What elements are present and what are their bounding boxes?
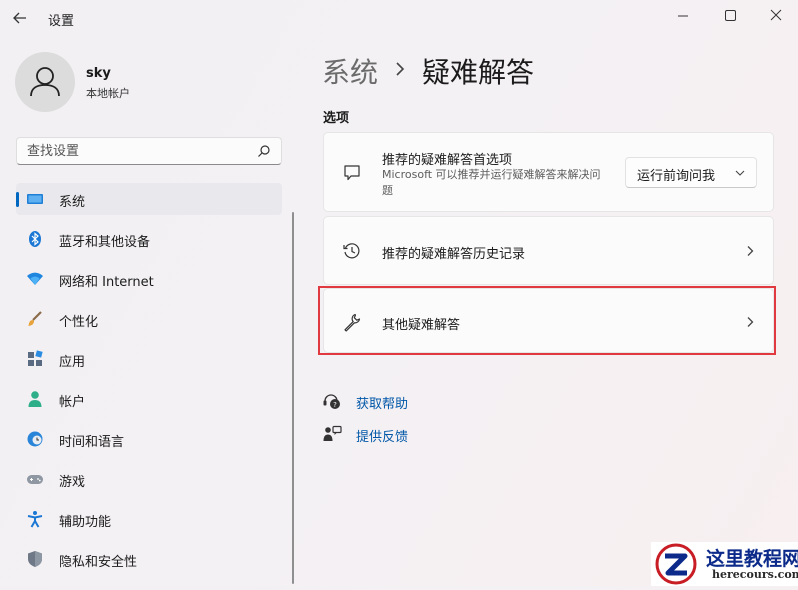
page-title: 疑难解答 <box>422 56 535 89</box>
sidebar-item-label: 时间和语言 <box>59 435 125 450</box>
sidebar-item-system[interactable]: 系统 <box>16 183 282 215</box>
card-title: 推荐的疑难解答历史记录 <box>382 247 526 262</box>
feedback-icon <box>322 425 342 443</box>
apps-icon <box>26 350 44 368</box>
person-avatar-icon <box>30 67 60 97</box>
accessibility-icon <box>26 510 44 528</box>
sidebar-item-accessibility[interactable]: 辅助功能 <box>16 503 282 535</box>
sidebar-item-label: 应用 <box>59 355 86 370</box>
app-title: 设置 <box>48 14 75 29</box>
other-troubleshooters-card[interactable]: 其他疑难解答 <box>323 288 774 353</box>
chevron-right-icon <box>745 316 755 328</box>
sidebar-item-label: 个性化 <box>59 315 99 330</box>
chevron-down-icon <box>734 168 746 178</box>
brush-icon <box>26 310 44 328</box>
wrench-icon <box>342 312 362 332</box>
clock-globe-icon <box>26 430 44 448</box>
search-icon[interactable] <box>257 144 271 158</box>
maximize-icon[interactable] <box>717 4 743 28</box>
dropdown-value: 运行前询问我 <box>637 169 716 184</box>
chevron-right-icon <box>745 245 755 257</box>
breadcrumb-parent[interactable]: 系统 <box>322 51 378 91</box>
user-name: sky <box>86 66 111 81</box>
bluetooth-icon <box>26 230 44 248</box>
card-title: 其他疑难解答 <box>382 318 461 333</box>
shield-icon <box>26 550 44 568</box>
gamepad-icon <box>26 470 44 488</box>
sidebar-item-network[interactable]: 网络和 Internet <box>16 263 282 295</box>
section-label: 选项 <box>323 111 350 126</box>
sidebar-item-gaming[interactable]: 游戏 <box>16 463 282 495</box>
sidebar-item-label: 蓝牙和其他设备 <box>59 235 151 250</box>
chevron-right-icon <box>392 60 408 78</box>
sidebar-item-label: 网络和 Internet <box>59 275 154 290</box>
person-icon <box>26 390 44 408</box>
search-input[interactable] <box>17 138 257 164</box>
sidebar-item-label: 系统 <box>59 195 86 210</box>
monitor-icon <box>26 190 44 208</box>
history-icon <box>342 241 362 261</box>
preference-dropdown[interactable]: 运行前询问我 <box>625 157 757 188</box>
sidebar-item-bluetooth[interactable]: 蓝牙和其他设备 <box>16 223 282 255</box>
link-label: 获取帮助 <box>356 397 409 412</box>
card-description: Microsoft 可以推荐并运行疑难解答来解决问题 <box>382 168 601 197</box>
minimize-icon[interactable] <box>670 4 696 28</box>
sidebar-item-personalization[interactable]: 个性化 <box>16 303 282 335</box>
close-icon[interactable] <box>763 4 789 28</box>
wifi-icon <box>26 270 44 288</box>
link-label: 提供反馈 <box>356 430 409 445</box>
sidebar-item-accounts[interactable]: 帐户 <box>16 383 282 415</box>
sidebar-item-label: 隐私和安全性 <box>59 555 138 570</box>
back-arrow-icon[interactable] <box>10 8 30 28</box>
search-box[interactable] <box>16 137 282 165</box>
sidebar-item-apps[interactable]: 应用 <box>16 343 282 375</box>
sidebar-item-time-language[interactable]: 时间和语言 <box>16 423 282 455</box>
sidebar-item-label: 游戏 <box>59 475 86 490</box>
avatar[interactable] <box>15 52 75 112</box>
card-title: 推荐的疑难解答首选项 <box>382 153 513 168</box>
user-account-type: 本地帐户 <box>86 87 130 100</box>
watermark-logo-icon <box>655 543 697 585</box>
svg-text:?: ? <box>333 401 337 409</box>
chat-bubble-icon <box>342 163 362 183</box>
sidebar-scrollbar[interactable] <box>292 212 294 584</box>
recommended-preferences-card[interactable]: 推荐的疑难解答首选项 Microsoft 可以推荐并运行疑难解答来解决问题 运行… <box>323 132 774 212</box>
sidebar-item-privacy[interactable]: 隐私和安全性 <box>16 543 282 575</box>
help-icon: ? <box>322 392 342 410</box>
title-bar: 设置 <box>0 0 798 36</box>
watermark-title: 这里教程网 <box>706 548 798 570</box>
sidebar-item-label: 帐户 <box>59 395 86 410</box>
recommended-history-card[interactable]: 推荐的疑难解答历史记录 <box>323 216 774 285</box>
sidebar-item-label: 辅助功能 <box>59 515 112 530</box>
selection-indicator <box>16 192 19 207</box>
watermark-url: herecours.com <box>712 568 798 581</box>
